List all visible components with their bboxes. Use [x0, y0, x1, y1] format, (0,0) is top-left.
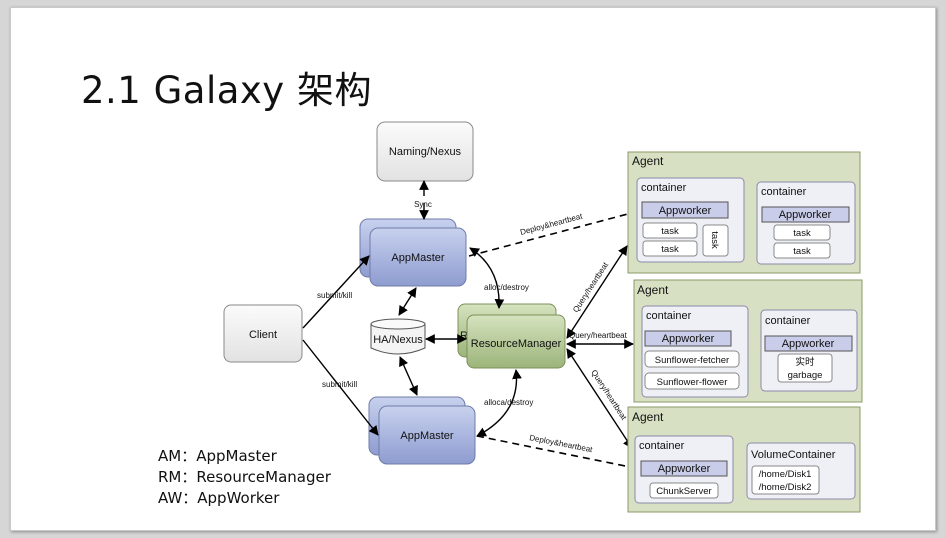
ha-nexus-node: HA/Nexus	[370, 318, 426, 355]
slide: 2.1 Galaxy 架构 Naming/Nexus AppMaster App…	[10, 7, 936, 531]
appworker-label: Appworker	[782, 338, 835, 350]
task-label: task	[793, 228, 811, 239]
edge-label-submit-kill-top: submit/kill	[317, 291, 352, 300]
naming-nexus-label: Naming/Nexus	[389, 146, 462, 158]
edge-label-alloca-destroy: alloca/destroy	[484, 398, 533, 407]
agent-2-label: Agent	[637, 283, 669, 297]
resource-manager-node: R ResourceManager	[457, 303, 566, 369]
architecture-diagram: Naming/Nexus AppMaster AppMaster Client …	[223, 121, 863, 513]
client-label: Client	[249, 329, 277, 341]
task-label: task	[793, 246, 811, 257]
edge-label-sync: Sync	[414, 200, 432, 209]
container-label: container	[646, 310, 692, 322]
side-task-label: task	[709, 231, 720, 249]
agent-2-container-2: container Appworker 实时 garbage	[760, 309, 858, 392]
appworker-label: Appworker	[659, 205, 712, 217]
agent-1-container-1: container Appworker task task task	[636, 177, 745, 263]
container-label: container	[761, 186, 807, 198]
edge-label-deploy-heartbeat-top: Deploy&heartbeat	[519, 211, 584, 236]
disk-label-1: /home/Disk1	[759, 469, 812, 480]
appmaster-bottom-node: AppMaster	[368, 396, 476, 465]
appmaster-top-label: AppMaster	[391, 252, 445, 264]
legend: AM：AppMaster RM：ResourceManager AW：AppWo…	[158, 446, 331, 509]
appworker-label: Appworker	[658, 463, 711, 475]
edge-label-alloc-destroy: alloc/destroy	[484, 283, 529, 292]
volume-container-label: VolumeContainer	[751, 449, 836, 461]
appmaster-top-node: AppMaster	[359, 218, 467, 287]
task-label: Sunflower-fetcher	[655, 355, 729, 366]
agent-3: Agent container Appworker ChunkServer Vo…	[627, 406, 861, 513]
naming-nexus-node: Naming/Nexus	[376, 121, 474, 182]
legend-item-aw: AW：AppWorker	[158, 489, 280, 507]
disk-label-2: /home/Disk2	[759, 482, 812, 493]
chunkserver-label: ChunkServer	[656, 486, 711, 497]
ha-nexus-label: HA/Nexus	[373, 334, 423, 346]
task-label: Sunflower-flower	[657, 377, 728, 388]
agent-1: Agent container Appworker task task task…	[627, 151, 861, 274]
task-label: task	[661, 226, 679, 237]
container-label: container	[639, 440, 685, 452]
garbage-label-2: garbage	[788, 370, 823, 381]
agent-3-label: Agent	[632, 410, 664, 424]
garbage-label-1: 实时	[795, 356, 815, 368]
client-node: Client	[223, 304, 303, 363]
agent-3-container-1: container Appworker ChunkServer	[634, 435, 734, 504]
edge-label-query-heartbeat-1: Query/heartbeat	[571, 260, 610, 314]
appmaster-bottom-label: AppMaster	[400, 430, 454, 442]
container-label: container	[641, 182, 687, 194]
edge-label-query-heartbeat-2: Query/heartbeat	[569, 331, 628, 340]
appworker-label: Appworker	[779, 209, 832, 221]
task-label: task	[661, 244, 679, 255]
container-label: container	[765, 315, 811, 327]
agent-2-container-1: container Appworker Sunflower-fetcher Su…	[641, 305, 749, 398]
agent-3-volume-container: VolumeContainer /home/Disk1 /home/Disk2	[746, 442, 856, 500]
agent-1-label: Agent	[632, 154, 664, 168]
legend-item-am: AM：AppMaster	[158, 447, 277, 465]
agent-2: Agent container Appworker Sunflower-fetc…	[633, 279, 863, 403]
appworker-label: Appworker	[662, 333, 715, 345]
agent-1-container-2: container Appworker task task	[756, 181, 856, 265]
edge-label-submit-kill-bottom: submit/kill	[322, 380, 357, 389]
edge-label-deploy-heartbeat-bottom: Deploy&heartbeat	[529, 433, 594, 454]
legend-item-rm: RM：ResourceManager	[158, 468, 331, 486]
resource-manager-label: ResourceManager	[471, 338, 562, 350]
